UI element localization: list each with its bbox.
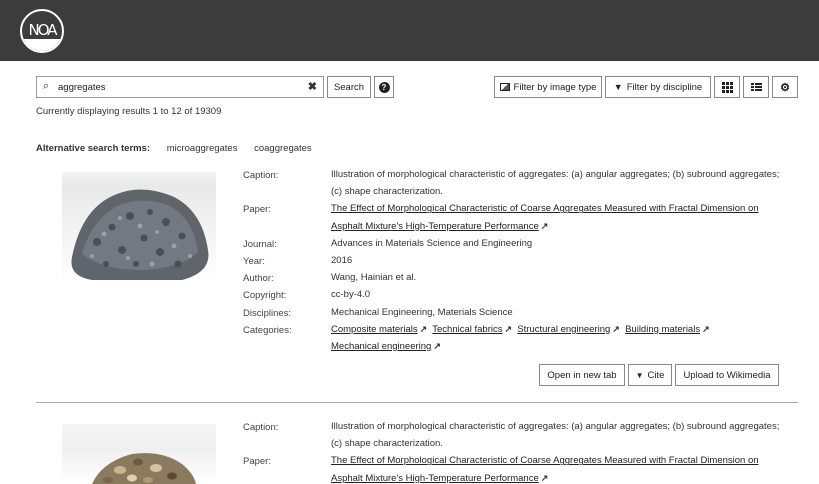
result-divider xyxy=(36,402,798,403)
external-link-icon[interactable]: ↗ xyxy=(541,221,549,231)
paper-link-line1[interactable]: The Effect of Morphological Characterist… xyxy=(331,203,759,214)
caption-text-line2: (c) shape characterization. xyxy=(331,438,443,450)
category-link[interactable]: Composite materials xyxy=(331,324,418,335)
external-link-icon[interactable]: ↗ xyxy=(504,324,512,334)
cite-button[interactable]: ▼ Cite xyxy=(628,364,672,386)
caption-text-line1: Illustration of morphological characteri… xyxy=(331,169,780,180)
open-in-new-tab-button[interactable]: Open in new tab xyxy=(539,364,625,386)
caption-label: Caption: xyxy=(243,422,279,433)
categories-label: Categories: xyxy=(243,324,292,336)
search-button[interactable]: Search xyxy=(327,76,371,98)
upload-to-wikimedia-button[interactable]: Upload to Wikimedia xyxy=(675,364,779,386)
help-icon: ? xyxy=(378,81,390,93)
category-link[interactable]: Mechanical engineering xyxy=(331,341,431,352)
copyright-value: cc-by-4.0 xyxy=(331,289,371,301)
noa-logo[interactable]: NOA xyxy=(20,9,64,53)
year-label: Year: xyxy=(243,255,265,267)
external-link-icon[interactable]: ↗ xyxy=(541,473,549,483)
gravel-image xyxy=(71,189,209,280)
paper-link-line2[interactable]: Asphalt Mixture's High-Temperature Perfo… xyxy=(331,221,539,232)
search-button-label: Search xyxy=(333,81,365,93)
gravel-image xyxy=(92,453,196,484)
filter-image-type-button[interactable]: Filter by image type xyxy=(494,76,602,98)
copyright-label: Copyright: xyxy=(243,290,287,302)
caption-text-line2: (c) shape characterization. xyxy=(331,186,443,198)
disciplines-label: Disciplines: xyxy=(243,307,292,319)
alt-term-coaggregates[interactable]: coaggregates xyxy=(254,143,312,154)
result-thumbnail[interactable] xyxy=(62,172,216,285)
filter-discipline-label: Filter by discipline xyxy=(626,81,703,93)
image-icon xyxy=(499,83,510,91)
top-bar: NOA xyxy=(0,0,819,61)
journal-label: Journal: xyxy=(243,238,277,250)
result-thumbnail[interactable] xyxy=(62,424,216,484)
caption-text-line1: Illustration of morphological characteri… xyxy=(331,421,780,432)
external-link-icon[interactable]: ↗ xyxy=(433,341,441,351)
alternative-terms-label: Alternative search terms: xyxy=(36,143,151,154)
search-box: ⌕ ✖ xyxy=(36,76,324,98)
logo-text: NOA xyxy=(28,21,57,39)
paper-link-line2[interactable]: Asphalt Mixture's High-Temperature Perfo… xyxy=(331,473,539,484)
paper-label: Paper: xyxy=(243,204,271,216)
open-in-new-tab-label: Open in new tab xyxy=(547,369,617,381)
settings-button[interactable]: ⚙ xyxy=(772,76,798,98)
category-link[interactable]: Structural engineering xyxy=(517,324,610,335)
external-link-icon[interactable]: ↗ xyxy=(612,324,620,334)
categories-list: Composite materials ↗ Technical fabrics ↗ … xyxy=(331,321,791,338)
journal-value: Advances in Materials Science and Engine… xyxy=(331,237,533,249)
filter-image-type-label: Filter by image type xyxy=(513,81,597,93)
chevron-down-icon: ▼ xyxy=(635,370,644,380)
funnel-icon: ▼ xyxy=(613,82,623,92)
paper-link-line1[interactable]: The Effect of Morphological Characterist… xyxy=(331,455,759,466)
cite-label: Cite xyxy=(647,369,665,381)
help-button[interactable]: ? xyxy=(374,76,394,98)
clear-search-icon[interactable]: ✖ xyxy=(308,80,317,93)
filter-discipline-button[interactable]: ▼ Filter by discipline xyxy=(605,76,711,98)
search-icon: ⌕ xyxy=(43,80,50,92)
category-link[interactable]: Building materials xyxy=(625,324,700,335)
external-link-icon[interactable]: ↗ xyxy=(420,324,428,334)
alternative-search-terms: Alternative search terms: microaggregate… xyxy=(36,143,312,154)
result-1-metadata: Caption: Illustration of morphological ch… xyxy=(243,169,791,359)
alt-term-microaggregates[interactable]: microaggregates xyxy=(167,143,238,154)
year-value: 2016 xyxy=(331,254,353,266)
list-view-icon xyxy=(750,83,762,91)
author-value: Wang, Hainian et al. xyxy=(331,272,417,284)
caption-label: Caption: xyxy=(243,170,279,181)
category-link[interactable]: Technical fabrics xyxy=(432,324,502,335)
grid-view-icon xyxy=(721,81,733,93)
gear-icon: ⚙ xyxy=(780,81,790,94)
disciplines-value: Mechanical Engineering, Materials Scienc… xyxy=(331,306,513,318)
external-link-icon[interactable]: ↗ xyxy=(702,324,710,334)
search-input[interactable] xyxy=(58,80,298,94)
author-label: Author: xyxy=(243,273,274,285)
upload-to-wikimedia-label: Upload to Wikimedia xyxy=(683,369,771,381)
list-view-button[interactable] xyxy=(743,76,769,98)
paper-label: Paper: xyxy=(243,456,271,468)
grid-view-button[interactable] xyxy=(714,76,740,98)
result-2-metadata: Caption: Illustration of morphological ch… xyxy=(243,421,788,484)
results-count: Currently displaying results 1 to 12 of … xyxy=(36,106,222,117)
